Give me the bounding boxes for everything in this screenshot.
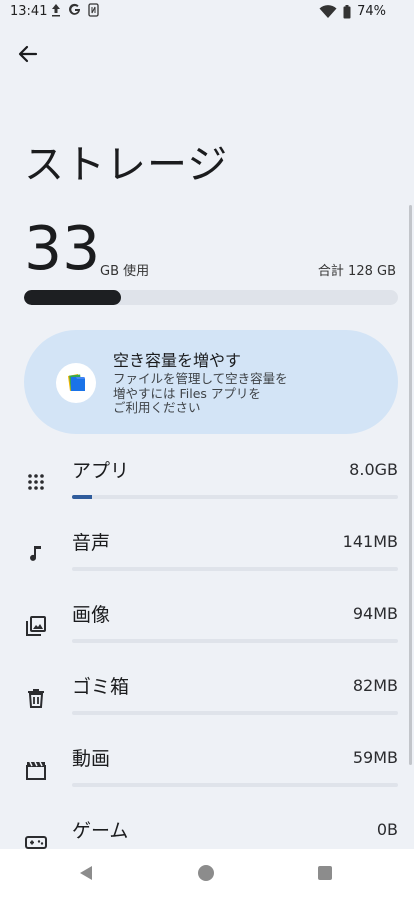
category-label: 画像	[72, 604, 111, 626]
movie-icon	[26, 761, 46, 780]
category-size: 82MB	[352, 676, 398, 695]
arrow-back-icon	[18, 45, 38, 63]
category-usage-bar	[72, 639, 398, 643]
category-label: ゲーム	[72, 820, 129, 842]
nav-back-icon[interactable]	[78, 865, 94, 881]
total-storage-label: 合計 128 GB	[317, 264, 396, 279]
category-usage-bar	[72, 495, 398, 499]
promo-title: 空き容量を増やす	[113, 351, 242, 370]
used-storage-value: 33	[24, 214, 101, 284]
category-size: 141MB	[342, 532, 398, 551]
category-size: 59MB	[352, 748, 398, 767]
battery-percent: 74%	[357, 4, 386, 19]
photo-library-icon	[26, 616, 46, 636]
storage-category-list: アプリ 8.0GB 音声 141MB 画像 94MB ゴミ箱 82MB 動画 5…	[0, 440, 414, 872]
battery-icon	[343, 4, 351, 18]
category-size: 94MB	[352, 604, 398, 623]
status-time: 13:41	[10, 4, 48, 19]
scrollbar[interactable]	[409, 205, 412, 765]
nav-recents-icon[interactable]	[318, 866, 332, 880]
category-usage-fill	[72, 495, 92, 499]
category-label: ゴミ箱	[72, 676, 130, 698]
page-title: ストレージ	[24, 142, 229, 188]
google-icon	[69, 3, 80, 15]
apps-grid-icon	[28, 474, 44, 490]
category-trash[interactable]: ゴミ箱 82MB	[0, 656, 414, 728]
back-button[interactable]	[14, 40, 42, 68]
category-size: 0B	[376, 820, 398, 839]
trash-icon	[28, 689, 44, 708]
category-usage-bar	[72, 783, 398, 787]
nfc-icon	[88, 3, 99, 17]
status-bar: 13:41 74%	[0, 0, 414, 24]
files-app-icon	[56, 363, 96, 403]
used-storage-unit: GB 使用	[100, 264, 150, 279]
free-up-space-card[interactable]: 空き容量を増やす ファイルを管理して空き容量を 増やすには Files アプリを…	[24, 330, 398, 434]
status-icons-left	[50, 3, 99, 17]
nav-home-icon[interactable]	[198, 865, 214, 881]
storage-usage-fill	[24, 290, 122, 305]
category-video[interactable]: 動画 59MB	[0, 728, 414, 800]
category-apps[interactable]: アプリ 8.0GB	[0, 440, 414, 512]
category-label: 音声	[72, 532, 111, 554]
category-audio[interactable]: 音声 141MB	[0, 512, 414, 584]
wifi-icon	[319, 4, 337, 18]
category-label: 動画	[72, 748, 111, 770]
category-images[interactable]: 画像 94MB	[0, 584, 414, 656]
upload-icon	[52, 4, 60, 17]
storage-usage-bar	[24, 290, 398, 305]
system-navigation-bar	[0, 849, 414, 897]
category-label: アプリ	[72, 460, 130, 482]
music-note-icon	[30, 546, 41, 561]
category-size: 8.0GB	[349, 460, 398, 479]
promo-description: ファイルを管理して空き容量を 増やすには Files アプリを ご利用ください	[113, 371, 288, 415]
category-usage-bar	[72, 567, 398, 571]
status-icons-right: 74%	[319, 4, 386, 19]
category-usage-bar	[72, 711, 398, 715]
